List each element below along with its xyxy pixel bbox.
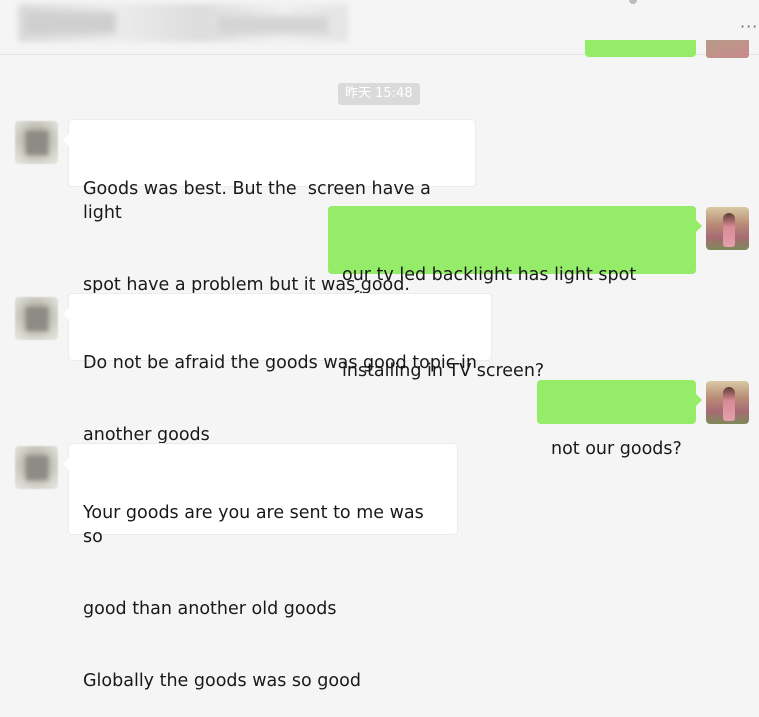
outgoing-message-bubble[interactable]: not our goods? (537, 380, 702, 459)
self-avatar[interactable] (706, 207, 749, 250)
previous-message-bubble[interactable] (585, 40, 696, 57)
message-text-line: Globally the goods was so good (83, 671, 361, 691)
more-dots-icon[interactable]: ··· (740, 18, 758, 36)
message-text-line: Your goods are you are sent to me was so (83, 503, 430, 547)
contact-name-blurred (18, 4, 348, 42)
contact-avatar[interactable] (15, 446, 58, 489)
message-text-line: good than another old goods (83, 599, 337, 619)
incoming-message-bubble[interactable]: Do not be afraid the goods was good topi… (63, 293, 492, 445)
previous-self-avatar[interactable] (706, 40, 749, 58)
message-text-line: not our goods? (551, 439, 682, 459)
contact-avatar[interactable] (15, 121, 58, 164)
incoming-message-bubble[interactable]: Goods was best. But the screen have a li… (63, 119, 476, 295)
outgoing-message-bubble[interactable]: our tv led backlight has light spot afte… (328, 206, 702, 381)
message-timestamp: 昨天 15:48 (338, 83, 420, 105)
contact-avatar[interactable] (15, 297, 58, 340)
header-indicator (629, 0, 637, 4)
incoming-message-bubble[interactable]: Your goods are you are sent to me was so… (63, 443, 458, 691)
self-avatar[interactable] (706, 381, 749, 424)
message-text-line: Do not be afraid the goods was good topi… (83, 353, 477, 373)
